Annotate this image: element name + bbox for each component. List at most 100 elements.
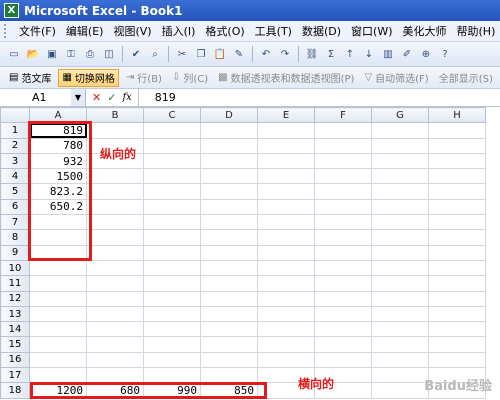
cell-f11[interactable]: [314, 275, 372, 292]
enter-icon[interactable]: ✓: [107, 91, 116, 104]
cell-c8[interactable]: [143, 229, 201, 246]
sort-descending-icon[interactable]: ↓: [361, 46, 377, 62]
cell-d14[interactable]: [200, 321, 258, 338]
menu-help[interactable]: 帮助(H): [452, 23, 500, 39]
cell-g13[interactable]: [371, 305, 429, 323]
cell-h11[interactable]: [428, 275, 486, 292]
cell-d5[interactable]: [200, 183, 258, 200]
chart-wizard-icon[interactable]: ▥: [380, 46, 396, 62]
cell-f1[interactable]: [314, 122, 372, 139]
cell-a11[interactable]: [29, 275, 87, 292]
cell-f3[interactable]: [314, 152, 372, 170]
cell-c2[interactable]: [143, 137, 201, 154]
cell-g8[interactable]: [371, 229, 429, 246]
sort-ascending-icon[interactable]: ↑: [342, 46, 358, 62]
cell-e1[interactable]: [257, 122, 315, 139]
worksheet-grid[interactable]: A B C D E F G H 1 819 2 780 3 932 4 1500 5 823.2 6…: [0, 107, 500, 400]
menu-format[interactable]: 格式(O): [200, 23, 249, 39]
cell-d13[interactable]: [200, 305, 258, 323]
cell-c10[interactable]: [143, 259, 201, 277]
cell-g16[interactable]: [371, 351, 429, 369]
cell-c16[interactable]: [143, 351, 201, 369]
autofilter-button[interactable]: ▽ 自动筛选(F): [361, 69, 431, 87]
cell-f14[interactable]: [314, 321, 372, 338]
cell-b17[interactable]: [86, 367, 144, 384]
cell-c14[interactable]: [143, 321, 201, 338]
cell-d10[interactable]: [200, 259, 258, 277]
cell-e12[interactable]: [257, 290, 315, 307]
menu-data[interactable]: 数据(D): [297, 23, 346, 39]
cell-e10[interactable]: [257, 259, 315, 277]
row-header[interactable]: 11: [0, 275, 30, 292]
open-folder-icon[interactable]: 📂: [25, 46, 41, 62]
cell-g6[interactable]: [371, 198, 429, 216]
cell-a14[interactable]: [29, 321, 87, 338]
cell-c3[interactable]: [143, 152, 201, 170]
cell-a10[interactable]: [29, 259, 87, 277]
show-all-button[interactable]: 全部显示(S): [436, 69, 496, 87]
autosum-icon[interactable]: Σ: [323, 46, 339, 62]
template-library-button[interactable]: ▤ 范文库: [6, 69, 54, 87]
drawing-icon[interactable]: ✐: [399, 46, 415, 62]
cell-e11[interactable]: [257, 275, 315, 292]
cell-h14[interactable]: [428, 321, 486, 338]
row-header[interactable]: 7: [0, 214, 30, 231]
cell-c1[interactable]: [143, 122, 201, 139]
cell-e2[interactable]: [257, 137, 315, 154]
cell-c11[interactable]: [143, 275, 201, 292]
cell-g2[interactable]: [371, 137, 429, 154]
cell-d17[interactable]: [200, 367, 258, 384]
cell-a17[interactable]: [29, 367, 87, 384]
cell-c5[interactable]: [143, 183, 201, 200]
cell-h4[interactable]: [428, 168, 486, 185]
cell-d3[interactable]: [200, 152, 258, 170]
cell-h12[interactable]: [428, 290, 486, 307]
menu-edit[interactable]: 编辑(E): [61, 23, 109, 39]
cell-d9[interactable]: [200, 244, 258, 261]
cell-c4[interactable]: [143, 168, 201, 185]
row-header[interactable]: 17: [0, 367, 30, 384]
cell-e15[interactable]: [257, 336, 315, 353]
row-header[interactable]: 2: [0, 137, 30, 154]
cell-h1[interactable]: [428, 122, 486, 139]
cell-h2[interactable]: [428, 137, 486, 154]
cell-f7[interactable]: [314, 214, 372, 231]
row-header[interactable]: 5: [0, 183, 30, 200]
cell-g15[interactable]: [371, 336, 429, 353]
menu-tools[interactable]: 工具(T): [250, 23, 297, 39]
toolbar-grip[interactable]: [4, 24, 6, 38]
cell-h16[interactable]: [428, 351, 486, 369]
cell-b1[interactable]: [86, 122, 144, 139]
cell-h15[interactable]: [428, 336, 486, 353]
cell-g3[interactable]: [371, 152, 429, 170]
column-header-f[interactable]: F: [314, 107, 372, 124]
cell-b8[interactable]: [86, 229, 144, 246]
cell-g14[interactable]: [371, 321, 429, 338]
cell-b13[interactable]: [86, 305, 144, 323]
insert-row-button[interactable]: ⇥ 行(B): [123, 69, 165, 87]
cell-e13[interactable]: [257, 305, 315, 323]
cell-g17[interactable]: [371, 367, 429, 384]
cell-g12[interactable]: [371, 290, 429, 307]
cell-h9[interactable]: [428, 244, 486, 261]
cell-a16[interactable]: [29, 351, 87, 369]
cell-f9[interactable]: [314, 244, 372, 261]
row-header[interactable]: 9: [0, 244, 30, 261]
row-header[interactable]: 3: [0, 152, 30, 170]
undo-icon[interactable]: ↶: [258, 46, 274, 62]
cell-e4[interactable]: [257, 168, 315, 185]
cell-b6[interactable]: [86, 198, 144, 216]
cell-g4[interactable]: [371, 168, 429, 185]
cell-h13[interactable]: [428, 305, 486, 323]
row-header[interactable]: 14: [0, 321, 30, 338]
menu-insert[interactable]: 插入(I): [157, 23, 201, 39]
column-header-b[interactable]: B: [86, 107, 144, 124]
cell-g10[interactable]: [371, 259, 429, 277]
cell-c15[interactable]: [143, 336, 201, 353]
cell-e8[interactable]: [257, 229, 315, 246]
paste-icon[interactable]: 📋: [212, 46, 228, 62]
pivot-table-button[interactable]: ▩ 数据透视表和数据透视图(P): [215, 69, 357, 87]
name-box[interactable]: A1 ▼: [0, 88, 86, 107]
insert-column-button[interactable]: ⇩ 列(C): [169, 69, 211, 87]
cell-c12[interactable]: [143, 290, 201, 307]
